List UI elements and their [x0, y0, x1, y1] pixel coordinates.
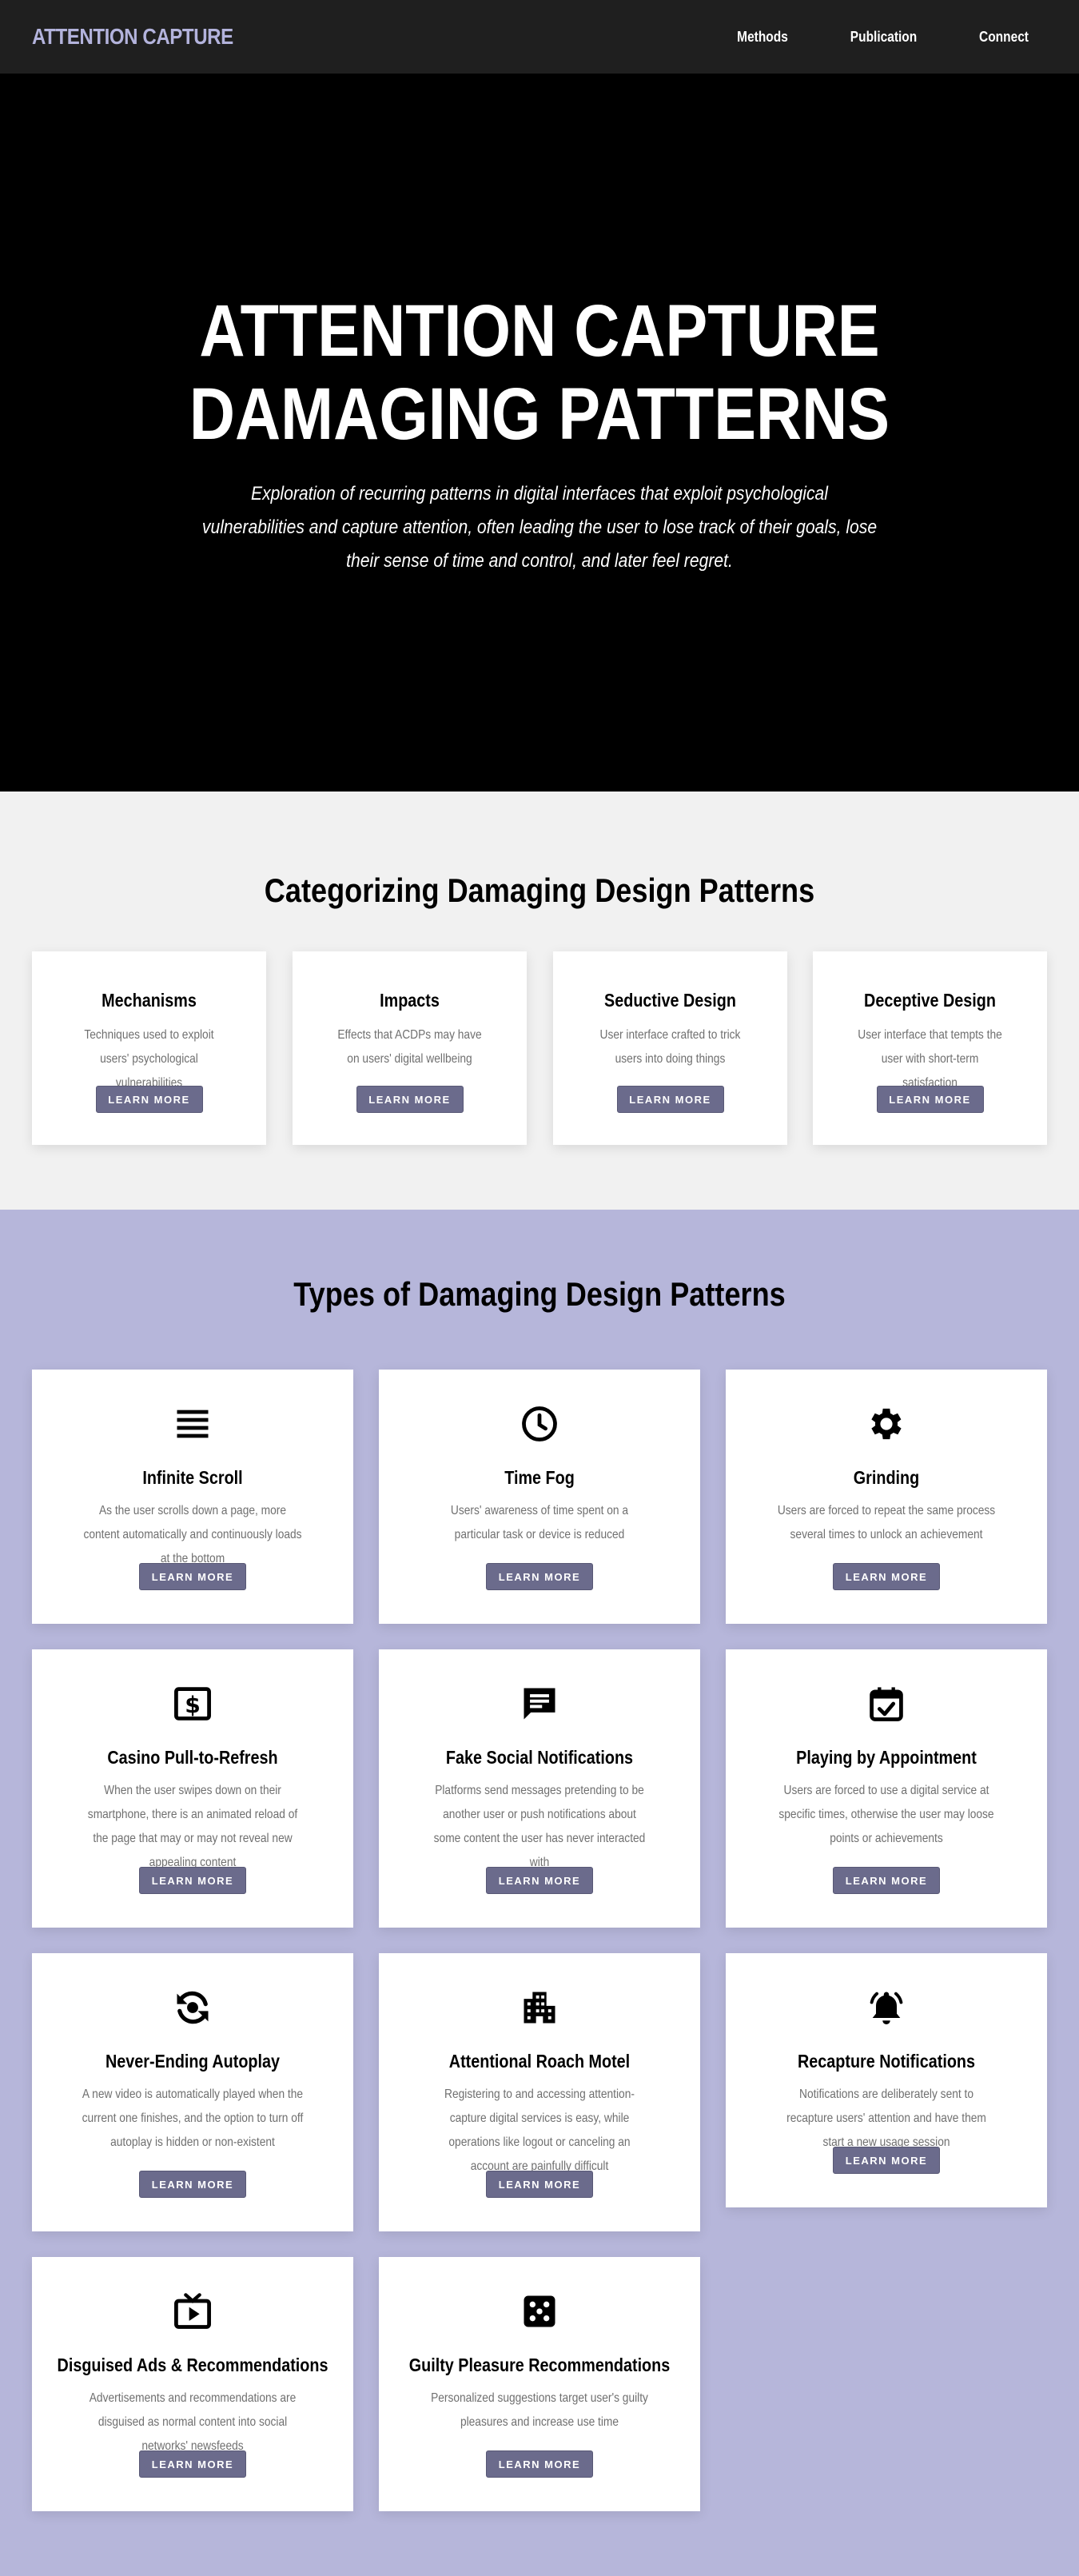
card-description: A new video is automatically played when…: [82, 2088, 304, 2149]
category-card-seductive-design: Seductive Design User interface crafted …: [553, 951, 787, 1145]
type-card-grinding: Grinding Users are forced to repeat the …: [726, 1370, 1047, 1624]
categories-title: Categorizing Damaging Design Patterns: [264, 871, 815, 909]
learn-more-button[interactable]: LEARN MORE: [833, 2147, 940, 2174]
message-icon: [519, 1683, 560, 1725]
learn-more-button[interactable]: LEARN MORE: [876, 1086, 984, 1113]
learn-more-button[interactable]: LEARN MORE: [486, 1563, 593, 1590]
calendar-check-icon: [866, 1683, 907, 1725]
autoplay-icon: [172, 1987, 213, 2028]
hero-section: ATTENTION CAPTURE DAMAGING PATTERNS Expl…: [0, 74, 1079, 792]
money-icon: $: [172, 1683, 213, 1725]
card-description: Techniques used to exploit users' psycho…: [84, 1028, 214, 1090]
type-card-disguised-ads: Disguised Ads & Recommendations Advertis…: [32, 2257, 353, 2511]
learn-more-button[interactable]: LEARN MORE: [139, 1563, 246, 1590]
types-title: Types of Damaging Design Patterns: [293, 1275, 786, 1313]
learn-more-button[interactable]: LEARN MORE: [833, 1867, 940, 1894]
card-description: Personalized suggestions target user's g…: [431, 2391, 648, 2429]
types-section: Types of Damaging Design Patterns Infini…: [0, 1210, 1079, 2576]
type-card-recapture-notifications: Recapture Notifications Notifications ar…: [726, 1953, 1047, 2207]
gear-icon: [866, 1403, 907, 1445]
list-icon: [172, 1403, 213, 1445]
card-title: Infinite Scroll: [142, 1467, 243, 1488]
learn-more-button[interactable]: LEARN MORE: [95, 1086, 203, 1113]
nav-link-methods[interactable]: Methods: [737, 29, 788, 46]
hero-title: ATTENTION CAPTURE DAMAGING PATTERNS: [76, 289, 1004, 456]
card-title: Casino Pull-to-Refresh: [107, 1747, 278, 1768]
card-title: Attentional Roach Motel: [448, 2051, 631, 2072]
learn-more-button[interactable]: LEARN MORE: [833, 1563, 940, 1590]
type-card-guilty-pleasure-recommendations: Guilty Pleasure Recommendations Personal…: [379, 2257, 700, 2511]
card-title: Playing by Appointment: [796, 1747, 977, 1768]
card-description: Users' awareness of time spent on a part…: [450, 1504, 629, 1541]
card-title: Fake Social Notifications: [445, 1747, 634, 1768]
card-description: As the user scrolls down a page, more co…: [83, 1504, 302, 1565]
category-card-mechanisms: Mechanisms Techniques used to exploit us…: [32, 951, 266, 1145]
building-icon: [519, 1987, 560, 2028]
svg-text:$: $: [185, 1692, 201, 1718]
nav-links: Methods Publication Connect: [733, 29, 1047, 46]
nav-link-connect[interactable]: Connect: [979, 29, 1029, 46]
card-description: Registering to and accessing attention-c…: [444, 2088, 635, 2173]
card-description: Users are forced to repeat the same proc…: [777, 1504, 996, 1541]
card-description: User interface crafted to trick users in…: [599, 1028, 741, 1066]
learn-more-button[interactable]: LEARN MORE: [486, 2171, 593, 2198]
type-card-time-fog: Time Fog Users' awareness of time spent …: [379, 1370, 700, 1624]
hero-title-line-2: DAMAGING PATTERNS: [189, 373, 890, 455]
hero-subtitle: Exploration of recurring patterns in dig…: [201, 483, 878, 572]
type-card-fake-social-notifications: Fake Social Notifications Platforms send…: [379, 1649, 700, 1928]
categories-section: Categorizing Damaging Design Patterns Me…: [0, 792, 1079, 1210]
card-title: Mechanisms: [102, 990, 197, 1011]
card-title: Deceptive Design: [864, 990, 996, 1011]
learn-more-button[interactable]: LEARN MORE: [356, 1086, 464, 1113]
card-title: Disguised Ads & Recommendations: [57, 2355, 328, 2375]
category-card-deceptive-design: Deceptive Design User interface that tem…: [813, 951, 1047, 1145]
card-description: Advertisements and recommendations are d…: [89, 2391, 297, 2453]
card-title: Never-Ending Autoplay: [106, 2051, 280, 2072]
learn-more-button[interactable]: LEARN MORE: [139, 2450, 246, 2478]
card-title: Time Fog: [504, 1467, 575, 1488]
tv-play-icon: [172, 2291, 213, 2332]
card-title: Guilty Pleasure Recommendations: [408, 2355, 671, 2375]
learn-more-button[interactable]: LEARN MORE: [616, 1086, 724, 1113]
clock-icon: [519, 1403, 560, 1445]
card-description: Platforms send messages pretending to be…: [433, 1784, 646, 1869]
dice-icon: [519, 2291, 560, 2332]
type-card-attentional-roach-motel: Attentional Roach Motel Registering to a…: [379, 1953, 700, 2231]
card-description: Notifications are deliberately sent to r…: [786, 2088, 986, 2149]
card-title: Seductive Design: [604, 990, 736, 1011]
card-title: Recapture Notifications: [797, 2051, 976, 2072]
brand-logo[interactable]: ATTENTION CAPTURE: [32, 24, 233, 50]
nav-link-publication[interactable]: Publication: [850, 29, 917, 46]
learn-more-button[interactable]: LEARN MORE: [139, 1867, 246, 1894]
learn-more-button[interactable]: LEARN MORE: [486, 1867, 593, 1894]
hero-title-line-1: ATTENTION CAPTURE: [199, 290, 880, 372]
learn-more-button[interactable]: LEARN MORE: [139, 2171, 246, 2198]
card-description: Effects that ACDPs may have on users' di…: [337, 1028, 482, 1066]
type-card-never-ending-autoplay: Never-Ending Autoplay A new video is aut…: [32, 1953, 353, 2231]
card-description: When the user swipes down on their smart…: [87, 1784, 298, 1869]
bell-ring-icon: [866, 1987, 907, 2028]
card-title: Grinding: [853, 1467, 920, 1488]
type-card-casino-pull-to-refresh: $ Casino Pull-to-Refresh When the user s…: [32, 1649, 353, 1928]
learn-more-button[interactable]: LEARN MORE: [486, 2450, 593, 2478]
card-title: Impacts: [380, 990, 440, 1011]
card-description: Users are forced to use a digital servic…: [778, 1784, 994, 1845]
type-card-infinite-scroll: Infinite Scroll As the user scrolls down…: [32, 1370, 353, 1624]
navbar: ATTENTION CAPTURE Methods Publication Co…: [0, 0, 1079, 74]
card-description: User interface that tempts the user with…: [858, 1028, 1002, 1090]
category-card-impacts: Impacts Effects that ACDPs may have on u…: [293, 951, 527, 1145]
type-card-playing-by-appointment: Playing by Appointment Users are forced …: [726, 1649, 1047, 1928]
